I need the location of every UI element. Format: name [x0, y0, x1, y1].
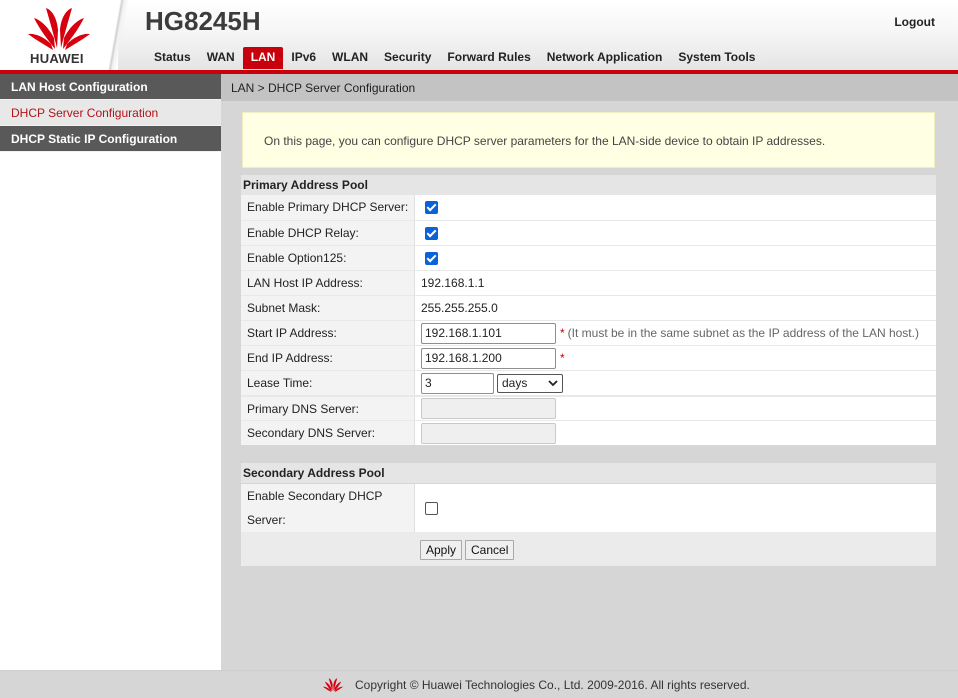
enable-secondary-dhcp-label: Enable Secondary DHCP Server: — [241, 484, 415, 532]
secondary-pool-title: Secondary Address Pool — [241, 463, 936, 483]
start-ip-input[interactable] — [421, 322, 556, 344]
lan-host-ip-value: 192.168.1.1 — [421, 276, 485, 290]
required-marker: * — [560, 351, 565, 365]
table-row: Secondary DNS Server: — [241, 420, 936, 445]
sidebar-item-lan-host-configuration[interactable]: LAN Host Configuration — [0, 74, 221, 100]
secondary-dns-input[interactable] — [421, 422, 556, 444]
tab-network-application[interactable]: Network Application — [539, 48, 671, 69]
enable-primary-dhcp-checkbox[interactable] — [425, 201, 438, 214]
table-row: Enable Secondary DHCP Server: — [241, 484, 936, 532]
main-nav: Status WAN LAN IPv6 WLAN Security Forward Rule… — [146, 47, 763, 70]
secondary-dns-label: Secondary DNS Server: — [241, 421, 415, 445]
sidebar-item-dhcp-server-configuration[interactable]: DHCP Server Configuration — [0, 100, 221, 126]
device-model: HG8245H — [145, 6, 261, 36]
table-row: Subnet Mask: 255.255.255.0 — [241, 295, 936, 320]
start-ip-label: Start IP Address: — [241, 321, 415, 345]
lease-time-label: Lease Time: — [241, 371, 415, 395]
table-row: LAN Host IP Address: 192.168.1.1 — [241, 270, 936, 295]
breadcrumb-bar: LAN > DHCP Server Configuration — [221, 74, 958, 101]
primary-pool-table: Enable Primary DHCP Server: Enable DHCP … — [241, 195, 936, 445]
page-description: On this page, you can configure DHCP ser… — [242, 112, 935, 168]
lease-unit-value: days — [502, 376, 528, 390]
primary-dns-label: Primary DNS Server: — [241, 397, 415, 420]
table-row: Enable DHCP Relay: — [241, 220, 936, 245]
sidebar: LAN Host Configuration DHCP Server Confi… — [0, 74, 221, 670]
end-ip-label: End IP Address: — [241, 346, 415, 370]
table-row: Primary DNS Server: — [241, 395, 936, 420]
enable-dhcp-relay-checkbox[interactable] — [425, 226, 438, 240]
table-row: End IP Address: * — [241, 345, 936, 370]
tab-lan[interactable]: LAN — [242, 47, 284, 69]
button-bar: Apply Cancel — [241, 532, 936, 566]
enable-secondary-dhcp-checkbox[interactable] — [425, 501, 438, 515]
logo-area: HUAWEI — [0, 0, 118, 70]
enable-option125-label: Enable Option125: — [241, 246, 415, 270]
tab-wan[interactable]: WAN — [199, 48, 243, 69]
required-marker: * — [560, 326, 565, 340]
header: HUAWEI HG8245H Logout Status WAN LAN IPv6 WL… — [0, 0, 958, 70]
primary-pool-title: Primary Address Pool — [241, 175, 936, 195]
brand-name: HUAWEI — [30, 51, 84, 66]
secondary-pool-table: Enable Secondary DHCP Server: — [241, 484, 936, 532]
tab-security[interactable]: Security — [376, 48, 439, 69]
footer: Copyright © Huawei Technologies Co., Ltd… — [0, 670, 958, 698]
sidebar-item-dhcp-static-ip-configuration[interactable]: DHCP Static IP Configuration — [0, 126, 221, 152]
tab-status[interactable]: Status — [146, 48, 199, 69]
enable-primary-dhcp-label: Enable Primary DHCP Server: — [241, 195, 415, 220]
huawei-logo-icon — [322, 678, 344, 692]
tab-system-tools[interactable]: System Tools — [670, 48, 763, 69]
table-row: Enable Option125: — [241, 245, 936, 270]
huawei-logo-icon — [28, 8, 90, 50]
lease-time-input[interactable] — [421, 372, 494, 394]
logout-link[interactable]: Logout — [894, 15, 935, 29]
lan-host-ip-label: LAN Host IP Address: — [241, 271, 415, 295]
tab-wlan[interactable]: WLAN — [324, 48, 376, 69]
table-row: Start IP Address: * (It must be in the s… — [241, 320, 936, 345]
enable-dhcp-relay-label: Enable DHCP Relay: — [241, 221, 415, 245]
primary-dns-input[interactable] — [421, 398, 556, 419]
table-row: Enable Primary DHCP Server: — [241, 195, 936, 220]
header-divider — [104, 0, 128, 70]
tab-ipv6[interactable]: IPv6 — [283, 48, 324, 69]
subnet-mask-value: 255.255.255.0 — [421, 301, 498, 315]
tab-forward-rules[interactable]: Forward Rules — [439, 48, 538, 69]
cancel-button[interactable]: Cancel — [465, 540, 515, 560]
lease-unit-select[interactable]: days — [497, 373, 563, 393]
main-content: On this page, you can configure DHCP ser… — [221, 101, 958, 670]
copyright-text: Copyright © Huawei Technologies Co., Ltd… — [355, 677, 750, 692]
end-ip-input[interactable] — [421, 347, 556, 369]
table-row: Lease Time: days — [241, 370, 936, 395]
enable-option125-checkbox[interactable] — [425, 251, 438, 265]
chevron-down-icon — [548, 379, 558, 386]
apply-button[interactable]: Apply — [420, 540, 463, 560]
breadcrumb: LAN > DHCP Server Configuration — [231, 81, 416, 95]
start-ip-hint: (It must be in the same subnet as the IP… — [567, 326, 919, 340]
subnet-mask-label: Subnet Mask: — [241, 296, 415, 320]
